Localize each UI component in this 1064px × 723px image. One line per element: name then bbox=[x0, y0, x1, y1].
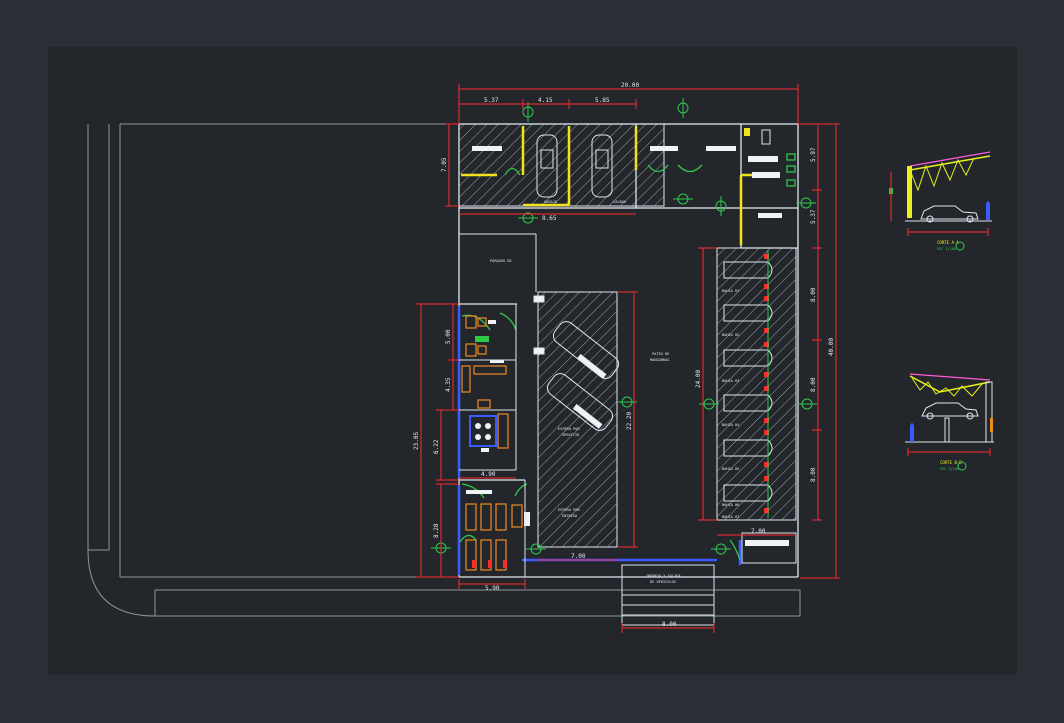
label-service-b-2: ENTREGA bbox=[562, 514, 578, 518]
dim-left-bath: 6.22 bbox=[433, 439, 440, 454]
label-stall-7: BAHIA 07 bbox=[722, 515, 739, 519]
label-garage-a: GARAJE bbox=[544, 200, 557, 204]
dim-top-height: 7.05 bbox=[441, 157, 448, 172]
dim-left-work: 8.28 bbox=[433, 523, 440, 538]
label-service-b: ESPERA POR bbox=[558, 508, 580, 512]
dim-right-total: 40.00 bbox=[828, 338, 835, 356]
dim-work-width: 5.90 bbox=[485, 585, 500, 592]
label-stall-6: BAHIA 06 bbox=[722, 503, 739, 507]
label-stall-2: BAHIA 02 bbox=[722, 333, 739, 337]
dim-top-under: 8.65 bbox=[542, 215, 557, 222]
label-entrance-2: DE VEHICULOS bbox=[650, 580, 676, 584]
label-garage-b: LAVADO bbox=[613, 200, 626, 204]
label-entrance: INGRESO Y SALIDA bbox=[646, 574, 681, 578]
dim-bottom-stall: 7.00 bbox=[751, 528, 766, 535]
hatch-top-garage bbox=[458, 123, 665, 207]
dim-right-mid-small: 5.37 bbox=[810, 209, 817, 224]
section-a-scale: ESC 1/100 bbox=[937, 247, 956, 251]
dim-top-left: 5.37 bbox=[484, 97, 499, 104]
label-yard: PATIO DE bbox=[652, 352, 669, 356]
dim-top-mid: 4.15 bbox=[538, 97, 553, 104]
label-service-a-2: SERVICIO bbox=[562, 433, 579, 437]
label-yard-2: MANIOBRAS bbox=[650, 358, 669, 362]
dim-left-mid: 4.35 bbox=[445, 377, 452, 392]
label-stall-5: BAHIA 05 bbox=[722, 467, 739, 471]
label-parking: PARQUEO DE bbox=[490, 259, 512, 263]
dim-right-b: 8.00 bbox=[810, 377, 817, 392]
dim-right-c: 8.00 bbox=[810, 467, 817, 482]
dim-left-office: 5.00 bbox=[445, 329, 452, 344]
dim-left-total: 23.05 bbox=[413, 432, 420, 450]
dim-bottom-yard: 7.00 bbox=[571, 553, 586, 560]
dim-top-right: 5.85 bbox=[595, 97, 610, 104]
label-stall-4: BAHIA 04 bbox=[722, 423, 739, 427]
dim-entrance-width: 8.00 bbox=[662, 621, 677, 628]
label-service-a: ESPERA POR bbox=[558, 427, 580, 431]
dim-right-upper: 5.97 bbox=[810, 147, 817, 162]
dim-right-a: 8.00 bbox=[810, 287, 817, 302]
section-b-scale: ESC 1/100 bbox=[940, 467, 959, 471]
dim-stall-len: 24.00 bbox=[695, 370, 702, 388]
label-stall-3: BAHIA 03 bbox=[722, 379, 739, 383]
dim-office-width: 4.90 bbox=[481, 471, 496, 478]
label-stall-1: BAHIA 01 bbox=[722, 289, 739, 293]
cad-drawing: 20.00 5.37 4.15 5.85 7.05 8.65 5.97 5.37… bbox=[48, 47, 1017, 675]
dim-yard-len: 22.20 bbox=[626, 412, 633, 430]
dim-overall-width: 20.00 bbox=[621, 82, 639, 89]
